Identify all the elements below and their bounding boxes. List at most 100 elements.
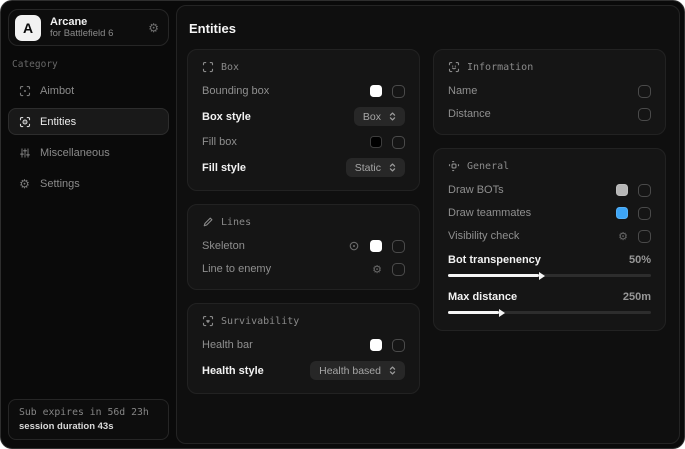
name-checkbox[interactable]	[638, 85, 651, 98]
sliders-icon	[18, 147, 31, 159]
app-name: Arcane	[50, 16, 113, 28]
box-scan-icon	[202, 61, 214, 73]
sidebar-item-label: Settings	[40, 178, 80, 190]
main-panel: Entities Box Bounding box Box style Box Fill…	[176, 5, 680, 444]
row-label: Distance	[448, 108, 491, 120]
row-fill-box: Fill box	[202, 135, 405, 149]
card-header: Lines	[202, 216, 405, 228]
card-title: Information	[467, 62, 533, 73]
box-style-select[interactable]: Box	[354, 107, 405, 126]
app-logo-card: A Arcane for Battlefield 6 ⚙	[8, 9, 169, 46]
page-title: Entities	[189, 21, 666, 36]
eye-scan-icon	[18, 116, 31, 128]
color-swatch[interactable]	[616, 184, 628, 196]
focus-grid-icon	[448, 160, 460, 172]
row-label: Draw BOTs	[448, 184, 504, 196]
row-label: Health style	[202, 365, 264, 377]
sidebar: A Arcane for Battlefield 6 ⚙ Category Ai…	[1, 1, 176, 448]
bounding-box-checkbox[interactable]	[392, 85, 405, 98]
row-skeleton: Skeleton	[202, 239, 405, 253]
card-header: Information	[448, 61, 651, 73]
chevrons-up-down-icon	[387, 111, 398, 122]
health-bar-checkbox[interactable]	[392, 339, 405, 352]
sidebar-item-entities[interactable]: Entities	[8, 108, 169, 135]
row-controls	[370, 136, 405, 149]
row-label: Bounding box	[202, 85, 269, 97]
card-rows: Health barHealth styleHealth based	[202, 338, 405, 380]
target-icon[interactable]	[348, 240, 360, 252]
row-controls	[370, 85, 405, 98]
skeleton-checkbox[interactable]	[392, 240, 405, 253]
row-controls	[638, 108, 651, 121]
card-title: General	[467, 161, 509, 172]
app-logo: A	[15, 15, 41, 41]
color-swatch[interactable]	[370, 85, 382, 97]
row-draw-teammates: Draw teammates	[448, 206, 651, 220]
select-value: Static	[355, 162, 381, 174]
row-controls	[616, 184, 651, 197]
row-controls: ⚙	[618, 230, 651, 243]
sidebar-item-aimbot[interactable]: Aimbot	[8, 77, 169, 104]
card-title: Box	[221, 62, 239, 73]
subscription-card: Sub expires in 56d 23h session duration …	[8, 399, 169, 440]
right-column: InformationNameDistanceGeneralDraw BOTsD…	[433, 49, 666, 331]
select-value: Health based	[319, 365, 381, 377]
slider-fill	[448, 274, 539, 277]
row-line-to-enemy: Line to enemy⚙	[202, 262, 405, 276]
chevrons-up-down-icon	[387, 365, 398, 376]
row-draw-bots: Draw BOTs	[448, 183, 651, 197]
card-rows: Bounding box Box style Box Fill box Fill sty…	[202, 84, 405, 177]
card-title: Lines	[221, 217, 251, 228]
max-distance-slider[interactable]	[448, 311, 651, 314]
color-swatch[interactable]	[370, 339, 382, 351]
line-to-enemy-checkbox[interactable]	[392, 263, 405, 276]
row-controls	[370, 339, 405, 352]
draw-bots-checkbox[interactable]	[638, 184, 651, 197]
row-fill-style: Fill styleStatic	[202, 158, 405, 177]
sub-expiry-text: Sub expires in 56d 23h	[19, 407, 158, 418]
session-duration-text: session duration 43s	[19, 421, 158, 432]
gear-icon[interactable]: ⚙	[372, 264, 382, 275]
slider-fill	[448, 311, 499, 314]
color-swatch[interactable]	[370, 240, 382, 252]
row-controls: Health based	[310, 361, 405, 380]
card-rows: Skeleton Line to enemy⚙	[202, 239, 405, 276]
visibility-check-checkbox[interactable]	[638, 230, 651, 243]
sidebar-item-label: Entities	[40, 116, 76, 128]
app-title-block: Arcane for Battlefield 6	[50, 16, 113, 40]
card-box: Box Bounding box Box style Box Fill box Fill …	[187, 49, 420, 191]
slider-label-row: Max distance 250m	[448, 291, 651, 303]
card-title: Survivability	[221, 316, 299, 327]
card-lines: Lines Skeleton Line to enemy⚙	[187, 204, 420, 290]
sidebar-item-settings[interactable]: ⚙Settings	[8, 170, 169, 197]
distance-checkbox[interactable]	[638, 108, 651, 121]
app-window: A Arcane for Battlefield 6 ⚙ Category Ai…	[0, 0, 685, 449]
color-swatch[interactable]	[616, 207, 628, 219]
card-general: General Draw BOTs Draw teammates Visibility…	[433, 148, 666, 331]
fill-box-checkbox[interactable]	[392, 136, 405, 149]
color-swatch[interactable]	[370, 136, 382, 148]
select-value: Box	[363, 111, 381, 123]
sidebar-nav: Aimbot Entities Miscellaneous ⚙Settings	[8, 77, 169, 197]
row-label: Box style	[202, 111, 251, 123]
crosshair-scan-icon	[18, 85, 31, 97]
row-visibility-check: Visibility check⚙	[448, 229, 651, 243]
row-controls: Static	[346, 158, 405, 177]
sidebar-item-miscellaneous[interactable]: Miscellaneous	[8, 139, 169, 166]
draw-teammates-checkbox[interactable]	[638, 207, 651, 220]
category-label: Category	[12, 59, 165, 70]
card-rows: Draw BOTs Draw teammates Visibility check⚙…	[448, 183, 651, 317]
sidebar-item-label: Miscellaneous	[40, 147, 110, 159]
gear-icon[interactable]: ⚙	[618, 231, 628, 242]
fill-style-select[interactable]: Static	[346, 158, 405, 177]
chevrons-up-down-icon	[387, 162, 398, 173]
bot-transpenency-slider[interactable]	[448, 274, 651, 277]
account-gear-icon[interactable]: ⚙	[148, 22, 159, 34]
row-bot-transpenency: Bot transpenency 50%	[448, 254, 651, 277]
row-controls	[348, 240, 405, 253]
pencil-icon	[202, 216, 214, 228]
health-style-select[interactable]: Health based	[310, 361, 405, 380]
sidebar-item-label: Aimbot	[40, 85, 74, 97]
row-label: Name	[448, 85, 477, 97]
row-box-style: Box style Box	[202, 107, 405, 126]
